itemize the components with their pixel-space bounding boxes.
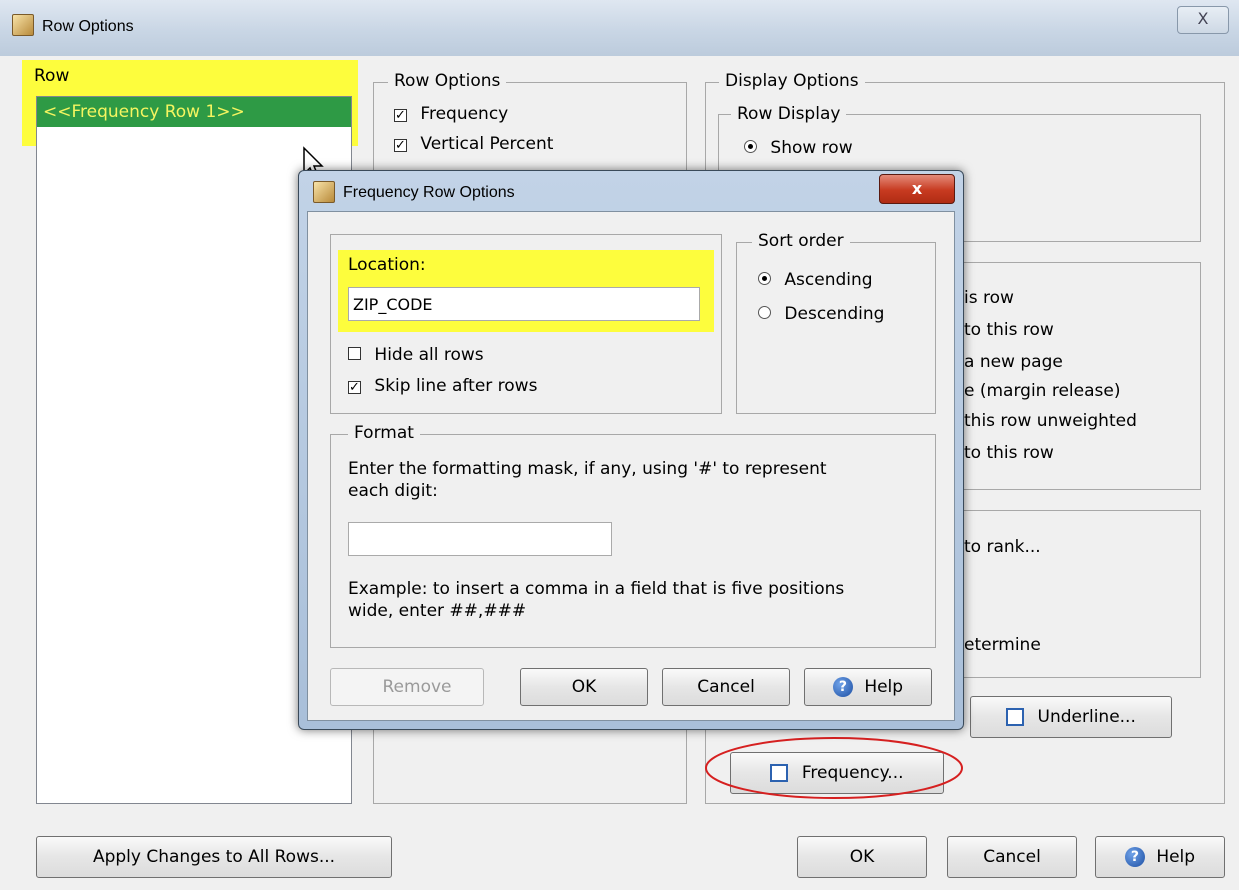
vertical-percent-check-icon: ✓ bbox=[394, 138, 407, 153]
format-label: Format bbox=[348, 423, 420, 443]
dialog-title: Frequency Row Options bbox=[343, 184, 515, 201]
skip-line-check-icon: ✓ bbox=[348, 380, 361, 395]
format-example: Example: to insert a comma in a field th… bbox=[348, 579, 845, 621]
descending-radio-icon bbox=[758, 306, 771, 319]
row-display-label: Row Display bbox=[731, 104, 847, 124]
ascending-radio[interactable]: Ascending bbox=[758, 270, 873, 290]
ascending-label: Ascending bbox=[784, 270, 873, 290]
dialog-cancel-button[interactable]: Cancel bbox=[662, 668, 790, 706]
partial-option-2[interactable]: to this row bbox=[964, 320, 1054, 340]
rank-option[interactable]: to rank... bbox=[964, 537, 1041, 557]
help-button-label: Help bbox=[1156, 847, 1196, 867]
app-icon bbox=[12, 14, 34, 36]
partial-option-6[interactable]: to this row bbox=[964, 443, 1054, 463]
ok-button[interactable]: OK bbox=[797, 836, 927, 878]
underline-button-label: Underline... bbox=[1037, 707, 1136, 727]
close-button[interactable]: X bbox=[1177, 6, 1229, 34]
dialog-body: Location: Hide all rows ✓ Skip line afte… bbox=[307, 211, 955, 721]
show-row-radio[interactable]: Show row bbox=[744, 138, 853, 158]
dialog-help-label: Help bbox=[864, 677, 904, 697]
format-mask-input[interactable] bbox=[348, 522, 612, 556]
partial-option-1[interactable]: is row bbox=[964, 288, 1014, 308]
frequency-checkbox[interactable]: ✓ Frequency bbox=[394, 104, 508, 124]
frequency-check-icon: ✓ bbox=[394, 108, 407, 123]
sort-order-label: Sort order bbox=[752, 231, 850, 251]
row-options-label: Row Options bbox=[388, 71, 507, 91]
location-input[interactable] bbox=[348, 287, 700, 321]
format-instruction: Enter the formatting mask, if any, using… bbox=[348, 459, 827, 501]
dialog-app-icon bbox=[313, 181, 335, 203]
remove-button-label: Remove bbox=[382, 677, 452, 697]
dialog-close-button[interactable]: x bbox=[879, 174, 955, 204]
hide-all-rows-label: Hide all rows bbox=[374, 345, 484, 365]
underline-square-icon bbox=[1006, 708, 1025, 726]
partial-option-5[interactable]: this row unweighted bbox=[964, 411, 1137, 431]
vertical-percent-option-label: Vertical Percent bbox=[420, 134, 554, 154]
skip-line-label: Skip line after rows bbox=[374, 376, 538, 396]
show-row-radio-icon bbox=[744, 140, 757, 153]
annotation-ellipse bbox=[705, 737, 963, 799]
frequency-row-options-dialog: Frequency Row Options x Location: Hide a… bbox=[298, 170, 964, 730]
underline-button[interactable]: Underline... bbox=[970, 696, 1172, 738]
apply-all-button[interactable]: Apply Changes to All Rows... bbox=[36, 836, 392, 878]
dialog-help-icon: ? bbox=[832, 677, 853, 697]
row-list-item[interactable]: <<Frequency Row 1>> bbox=[37, 97, 351, 127]
descending-label: Descending bbox=[784, 304, 885, 324]
show-row-label: Show row bbox=[770, 138, 853, 158]
location-label: Location: bbox=[348, 255, 426, 275]
ascending-radio-icon bbox=[758, 272, 771, 285]
descending-radio[interactable]: Descending bbox=[758, 304, 884, 324]
skip-line-checkbox[interactable]: ✓ Skip line after rows bbox=[348, 376, 537, 396]
dialog-ok-button[interactable]: OK bbox=[520, 668, 648, 706]
hide-all-rows-check-icon bbox=[348, 347, 361, 360]
frequency-option-label: Frequency bbox=[420, 104, 509, 124]
title-bar[interactable]: Row Options X bbox=[0, 0, 1239, 56]
vertical-percent-checkbox[interactable]: ✓ Vertical Percent bbox=[394, 134, 553, 154]
help-button[interactable]: ? Help bbox=[1095, 836, 1225, 878]
row-label: Row bbox=[34, 66, 70, 86]
help-icon: ? bbox=[1124, 847, 1145, 867]
determine-option[interactable]: etermine bbox=[964, 635, 1041, 655]
partial-option-3[interactable]: a new page bbox=[964, 352, 1063, 372]
remove-button[interactable]: Remove bbox=[330, 668, 484, 706]
partial-option-4[interactable]: e (margin release) bbox=[964, 381, 1120, 401]
hide-all-rows-checkbox[interactable]: Hide all rows bbox=[348, 345, 484, 365]
window-title: Row Options bbox=[42, 18, 134, 35]
cancel-button[interactable]: Cancel bbox=[947, 836, 1077, 878]
display-options-label: Display Options bbox=[719, 71, 865, 91]
sort-order-group bbox=[736, 242, 936, 414]
dialog-help-button[interactable]: ? Help bbox=[804, 668, 932, 706]
